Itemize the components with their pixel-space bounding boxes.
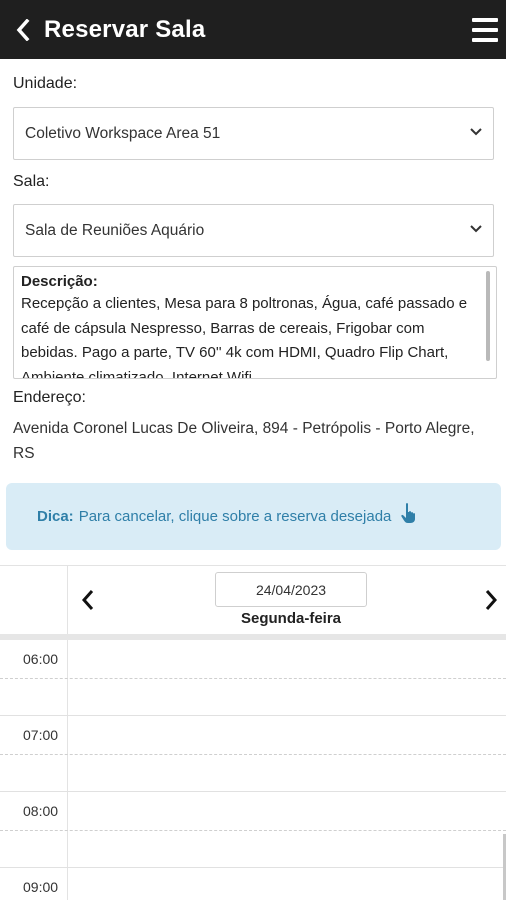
unidade-select-value: Coletivo Workspace Area 51 xyxy=(25,124,221,142)
unidade-label: Unidade: xyxy=(13,75,78,92)
hamburger-menu-icon[interactable] xyxy=(472,18,498,42)
descricao-box[interactable]: Descrição: Recepção a clientes, Mesa par… xyxy=(13,266,497,379)
hour-line xyxy=(0,867,506,868)
previous-day-icon[interactable] xyxy=(78,588,98,612)
hour-line xyxy=(0,791,506,792)
chevron-down-icon xyxy=(470,225,482,233)
unidade-select[interactable]: Coletivo Workspace Area 51 xyxy=(13,107,494,160)
descricao-text: Recepção a clientes, Mesa para 8 poltron… xyxy=(21,295,468,379)
time-label: 06:00 xyxy=(23,651,59,667)
chevron-left-icon xyxy=(16,18,30,41)
weekday-label: Segunda-feira xyxy=(240,610,342,627)
tip-bold: Dica: xyxy=(37,508,74,525)
descricao-scrollbar[interactable] xyxy=(486,271,490,361)
chevron-down-icon xyxy=(470,128,482,136)
sala-select-value: Sala de Reuniões Aquário xyxy=(25,221,205,239)
sala-select[interactable]: Sala de Reuniões Aquário xyxy=(13,204,494,257)
pointing-hand-icon xyxy=(401,502,416,523)
endereco-value: Avenida Coronel Lucas De Oliveira, 894 -… xyxy=(13,420,475,462)
hour-line xyxy=(0,715,506,716)
date-picker[interactable]: 24/04/2023 xyxy=(215,572,367,607)
endereco-label: Endereço: xyxy=(13,389,86,406)
back-button[interactable] xyxy=(2,0,44,59)
day-calendar: 24/04/2023 Segunda-feira 06:00 07:00 08:… xyxy=(0,565,506,900)
descricao-title: Descrição: xyxy=(21,273,98,290)
time-label: 09:00 xyxy=(23,879,59,895)
time-label: 08:00 xyxy=(23,803,59,819)
sala-label: Sala: xyxy=(13,173,50,190)
page-title: Reservar Sala xyxy=(44,15,206,43)
next-day-icon[interactable] xyxy=(481,588,501,612)
tip-banner: Dica: Para cancelar, clique sobre a rese… xyxy=(6,483,501,550)
calendar-header-separator xyxy=(0,634,506,640)
time-gutter-divider xyxy=(67,566,68,900)
tip-text: Para cancelar, clique sobre a reserva de… xyxy=(78,508,392,525)
time-label: 07:00 xyxy=(23,727,59,743)
app-bar: Reservar Sala xyxy=(0,0,506,59)
half-hour-line xyxy=(0,678,506,679)
half-hour-line xyxy=(0,830,506,831)
half-hour-line xyxy=(0,754,506,755)
